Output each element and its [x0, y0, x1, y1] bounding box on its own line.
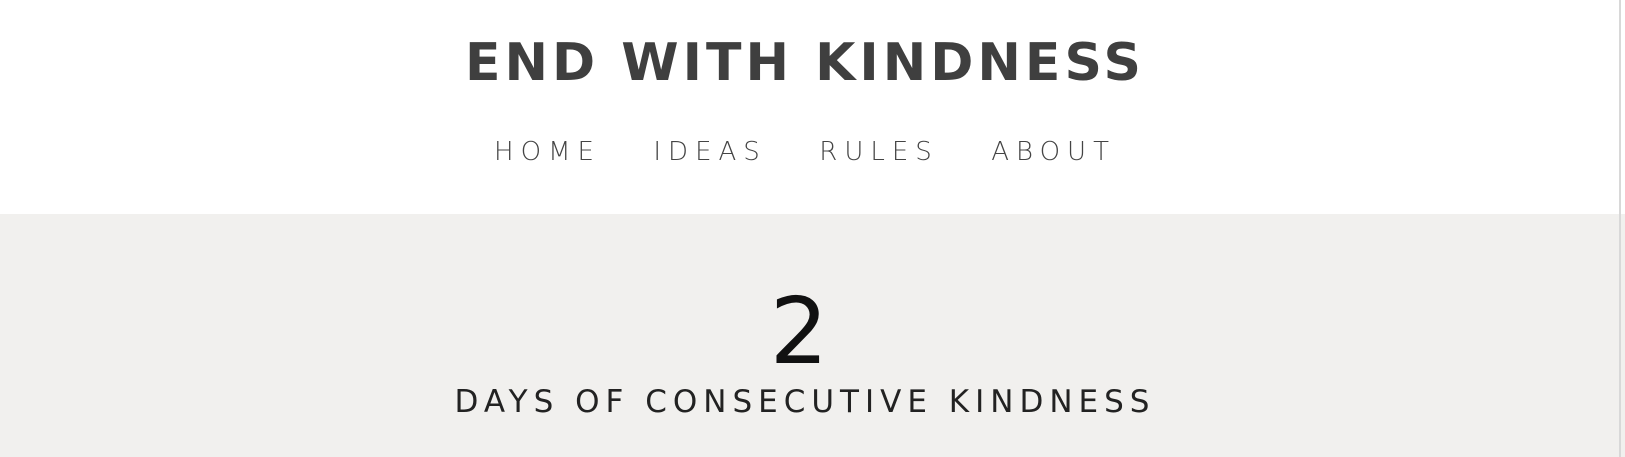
window-edge-divider	[1619, 0, 1621, 457]
main-nav: HOME IDEAS RULES ABOUT	[0, 134, 1610, 174]
nav-item-about[interactable]: ABOUT	[991, 134, 1116, 170]
page: END WITH KINDNESS HOME IDEAS RULES ABOUT…	[0, 0, 1625, 457]
nav-item-ideas[interactable]: IDEAS	[653, 134, 766, 170]
site-header: END WITH KINDNESS HOME IDEAS RULES ABOUT	[0, 0, 1625, 214]
site-title-link[interactable]: END WITH KINDNESS	[0, 30, 1610, 96]
days-counter-value: 2	[769, 278, 829, 385]
nav-item-home[interactable]: HOME	[494, 134, 601, 170]
days-counter-label: DAYS OF CONSECUTIVE KINDNESS	[454, 384, 1156, 420]
nav-item-rules[interactable]: RULES	[819, 134, 939, 170]
kindness-counter-section: 2 DAYS OF CONSECUTIVE KINDNESS	[0, 214, 1625, 457]
